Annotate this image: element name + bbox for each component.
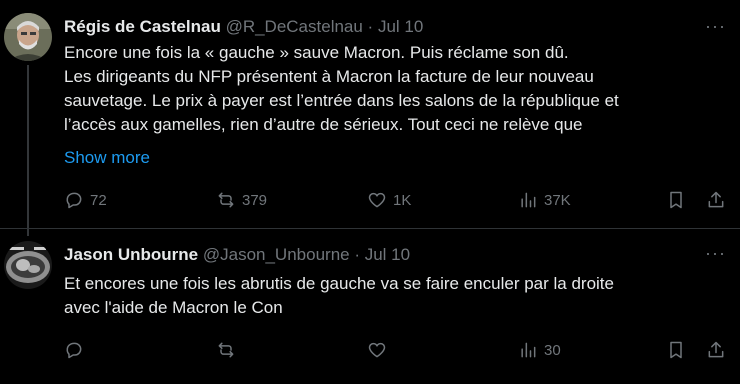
avatar[interactable] [4,13,52,61]
share-icon [708,341,724,358]
like-button[interactable]: 1K [367,186,411,214]
repost-button[interactable] [216,336,242,364]
action-bar: 72 379 1K 37K [0,186,740,214]
tweet-text-line: avec l'aide de Macron le Con [64,298,283,317]
reply-icon [66,192,82,209]
author-name[interactable]: Régis de Castelnau [64,17,221,36]
tweet[interactable]: Jason Unbourne @Jason_Unbourne · Jul 10 … [0,229,740,384]
show-more-link[interactable]: Show more [64,148,150,168]
tweet-text: Encore une fois la « gauche » sauve Macr… [64,41,724,137]
bookmark-button[interactable] [666,186,686,214]
tweet[interactable]: Régis de Castelnau @R_DeCastelnau · Jul … [0,0,740,236]
share-button[interactable] [706,186,726,214]
like-icon [368,192,386,208]
author-name[interactable]: Jason Unbourne [64,245,198,264]
repost-icon [218,192,234,208]
tweet-text-line: Encore une fois la « gauche » sauve Macr… [64,43,569,62]
views-button[interactable]: 30 [518,336,561,364]
views-icon [521,342,536,358]
reply-icon [66,342,82,359]
author-meta[interactable]: @R_DeCastelnau · Jul 10 [226,17,424,36]
more-options-button[interactable]: ··· [705,16,726,37]
more-options-button[interactable]: ··· [705,243,726,264]
views-button[interactable]: 37K [518,186,571,214]
like-button[interactable] [367,336,393,364]
views-count: 30 [544,341,561,359]
share-icon [708,191,724,208]
reply-button[interactable] [64,336,90,364]
avatar[interactable] [4,241,52,289]
reply-button[interactable]: 72 [64,186,107,214]
repost-count: 379 [242,191,268,209]
views-count: 37K [544,191,571,209]
author-meta[interactable]: @Jason_Unbourne · Jul 10 [203,245,410,264]
like-count: 1K [393,191,412,209]
like-icon [368,342,386,358]
reply-count: 72 [90,191,107,209]
action-bar: 30 [0,336,740,364]
tweet-text-line: Les dirigeants du NFP présentent à Macro… [64,67,594,86]
repost-button[interactable]: 379 [216,186,267,214]
tweet-text-line: sauvetage. Le prix à payer est l’entrée … [64,91,619,110]
tweet-text: Et encores une fois les abrutis de gauch… [64,272,724,320]
tweet-header: Régis de Castelnau @R_DeCastelnau · Jul … [64,17,423,37]
bookmark-button[interactable] [666,336,686,364]
bookmark-icon [670,341,682,359]
bookmark-icon [670,191,682,209]
views-icon [521,192,536,208]
tweet-text-line: l’accès aux gamelles, rien d’autre de sé… [64,115,583,134]
tweet-header: Jason Unbourne @Jason_Unbourne · Jul 10 [64,245,410,265]
repost-icon [218,342,234,358]
tweet-text-line: Et encores une fois les abrutis de gauch… [64,274,614,293]
share-button[interactable] [706,336,726,364]
